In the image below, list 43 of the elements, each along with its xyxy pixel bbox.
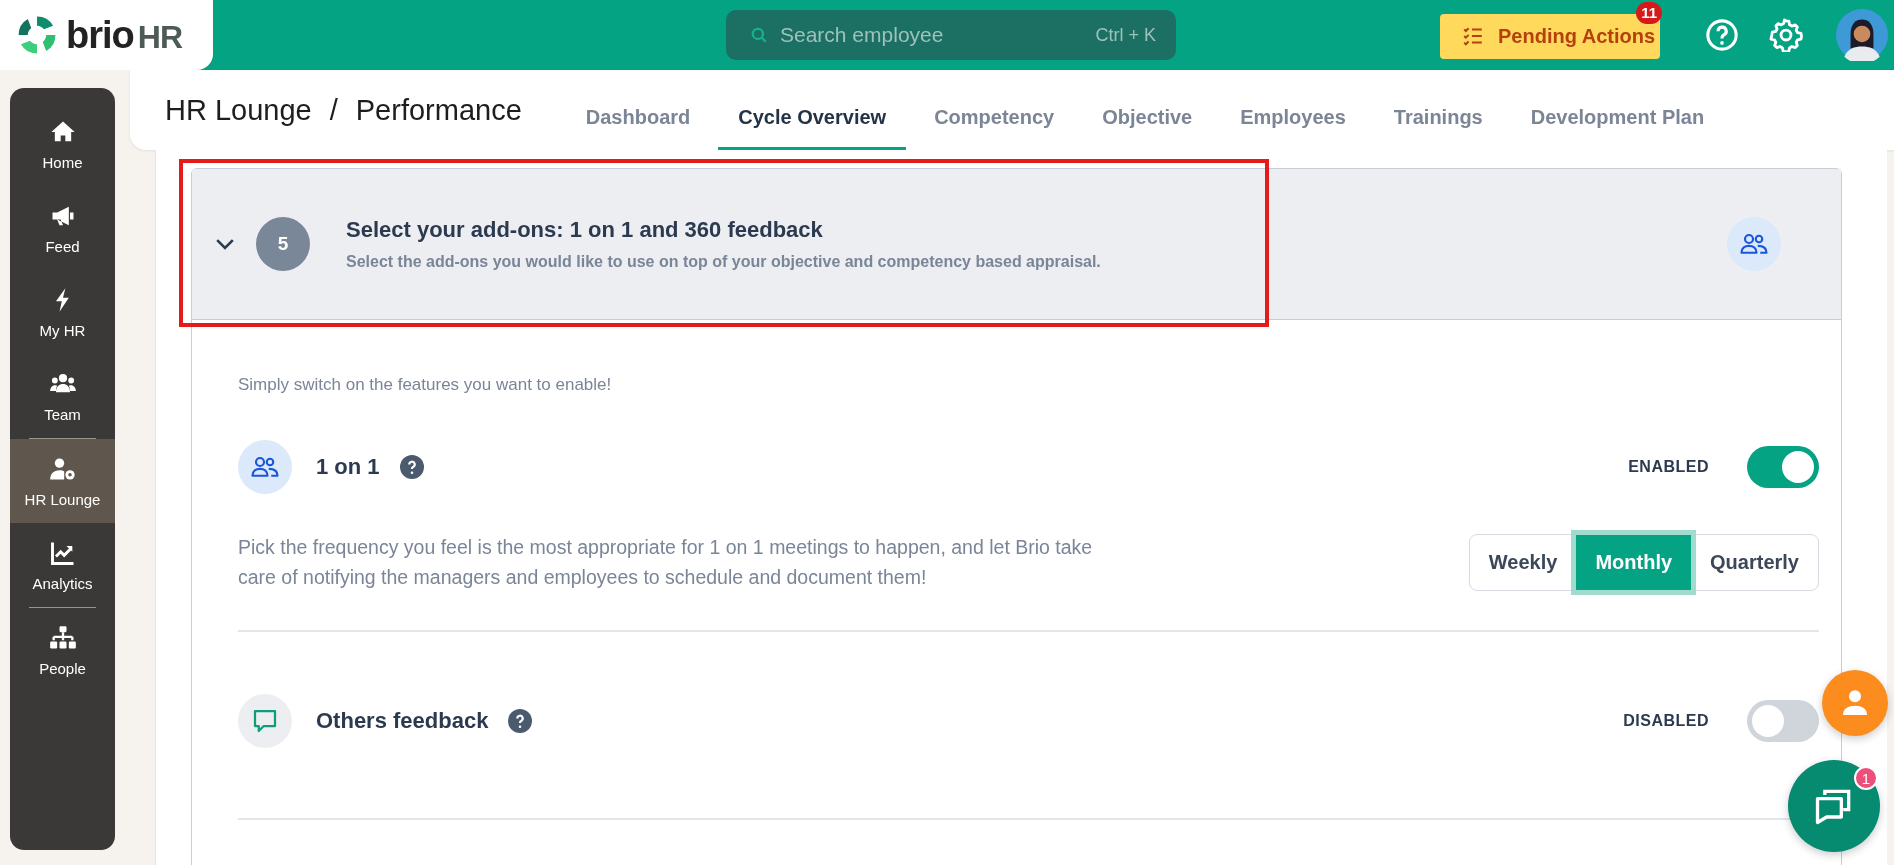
org-chart-icon (48, 623, 77, 652)
page-title: Performance (355, 93, 522, 127)
feature-name: Others feedback (316, 708, 489, 734)
shortcut-hint: Ctrl + K (1095, 25, 1156, 46)
notification-badge: 1 (1854, 766, 1878, 790)
frequency-option[interactable]: Weekly (1469, 534, 1577, 590)
intro-text: Simply switch on the features you want to enable! (238, 375, 613, 395)
help-icon[interactable] (399, 455, 424, 479)
checklist-icon (1462, 25, 1484, 47)
settings-icon[interactable] (1769, 18, 1803, 52)
user-avatar[interactable] (1836, 9, 1888, 61)
sidebar-item[interactable]: Analytics (10, 523, 115, 607)
tab[interactable]: Trainings (1373, 70, 1503, 150)
sidebar-item[interactable]: People (10, 608, 115, 692)
sidebar-item[interactable]: HR Lounge (10, 439, 115, 523)
status-label: DISABLED (1623, 712, 1709, 730)
search-icon (750, 26, 768, 44)
logo[interactable]: brioHR (0, 0, 213, 70)
sidebar-item[interactable]: Feed (10, 186, 115, 270)
step-description: Select the add-ons you would like to use on top of your objective and competency based appraisal. (346, 253, 1102, 271)
toggle-switch[interactable] (1747, 700, 1819, 742)
status-label: ENABLED (1628, 458, 1709, 476)
toggle-switch[interactable] (1747, 446, 1819, 488)
breadcrumb-link[interactable]: HR Lounge (165, 93, 312, 127)
tab[interactable]: Objective (1082, 70, 1213, 150)
step-number: 5 (256, 217, 310, 271)
help-icon[interactable] (1705, 18, 1739, 52)
step-header[interactable]: 5 Select your add-ons: 1 on 1 and 360 feedback Select the add-ons you would like to use on top of your objective and competency based appraisal. (192, 169, 1841, 320)
help-icon[interactable] (508, 709, 533, 733)
sidebar-item[interactable]: Home (10, 102, 115, 186)
feature-description: Pick the frequency you feel is the most appropriate for 1 on 1 meetings to happen, and let Brio take care of notifying the managers and employees to schedule and document them! (238, 535, 1094, 590)
breadcrumb-separator: / (329, 93, 338, 127)
step-title: Select your add-ons: 1 on 1 and 360 feedback (346, 217, 824, 243)
frequency-option[interactable]: Quarterly (1691, 534, 1818, 590)
tab[interactable]: Development Plan (1510, 70, 1725, 150)
sidebar-item[interactable]: Team (10, 354, 115, 438)
tab[interactable]: Competency (914, 70, 1075, 150)
feature-name: 1 on 1 (316, 454, 380, 480)
sidebar-item[interactable]: My HR (10, 270, 115, 354)
logo-text: brioHR (66, 13, 182, 57)
tab[interactable]: Employees (1220, 70, 1366, 150)
notification-badge: 11 (1636, 1, 1662, 24)
tab[interactable]: Dashboard (565, 70, 711, 150)
